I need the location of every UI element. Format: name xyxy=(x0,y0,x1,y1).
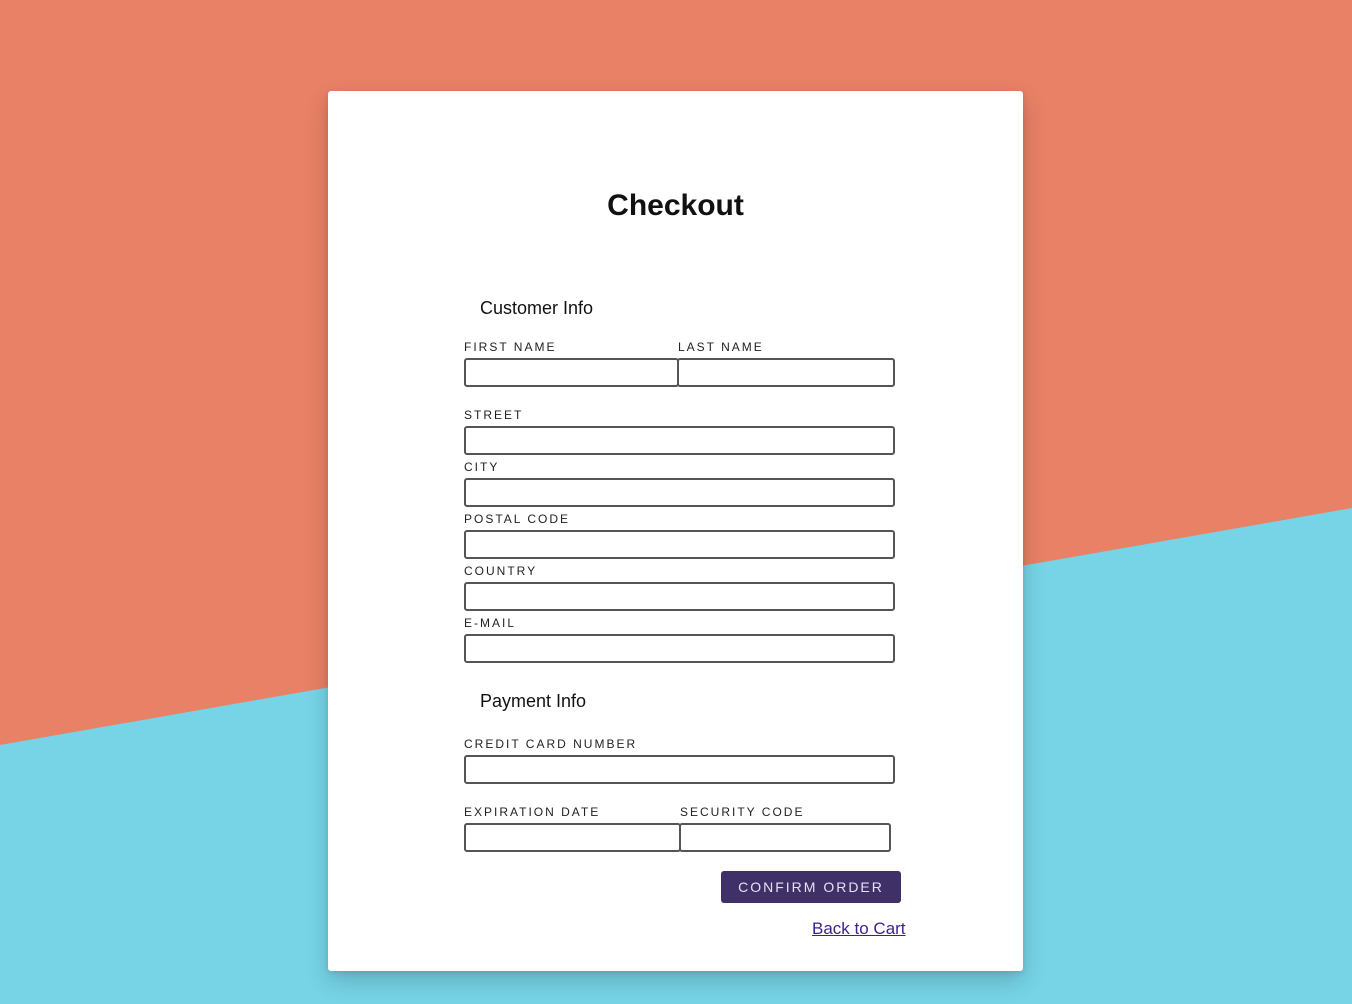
first-name-input[interactable] xyxy=(464,358,679,387)
country-label: Country xyxy=(464,564,538,578)
credit-card-number-input[interactable] xyxy=(464,755,895,784)
first-name-label: First Name xyxy=(464,340,557,354)
postal-code-input[interactable] xyxy=(464,530,895,559)
page-title: Checkout xyxy=(607,189,744,222)
email-input[interactable] xyxy=(464,634,895,663)
street-label: Street xyxy=(464,408,524,422)
postal-code-label: Postal Code xyxy=(464,512,571,526)
expiration-date-label: Expiration Date xyxy=(464,805,601,819)
payment-info-heading: Payment Info xyxy=(480,691,587,711)
street-input[interactable] xyxy=(464,426,895,455)
confirm-order-button[interactable]: Confirm Order xyxy=(721,871,901,903)
country-input[interactable] xyxy=(464,582,895,611)
checkout-card: Checkout Customer Info First Name Last N… xyxy=(328,91,1023,971)
credit-card-number-label: Credit Card Number xyxy=(464,737,638,751)
expiration-date-input[interactable] xyxy=(464,823,681,852)
customer-info-heading: Customer Info xyxy=(480,298,594,318)
city-input[interactable] xyxy=(464,478,895,507)
security-code-label: Security Code xyxy=(680,805,805,819)
last-name-label: Last Name xyxy=(678,340,764,354)
email-label: E-mail xyxy=(464,616,517,630)
last-name-input[interactable] xyxy=(677,358,895,387)
back-to-cart-link[interactable]: Back to Cart xyxy=(812,919,906,939)
security-code-input[interactable] xyxy=(679,823,891,852)
city-label: City xyxy=(464,460,500,474)
